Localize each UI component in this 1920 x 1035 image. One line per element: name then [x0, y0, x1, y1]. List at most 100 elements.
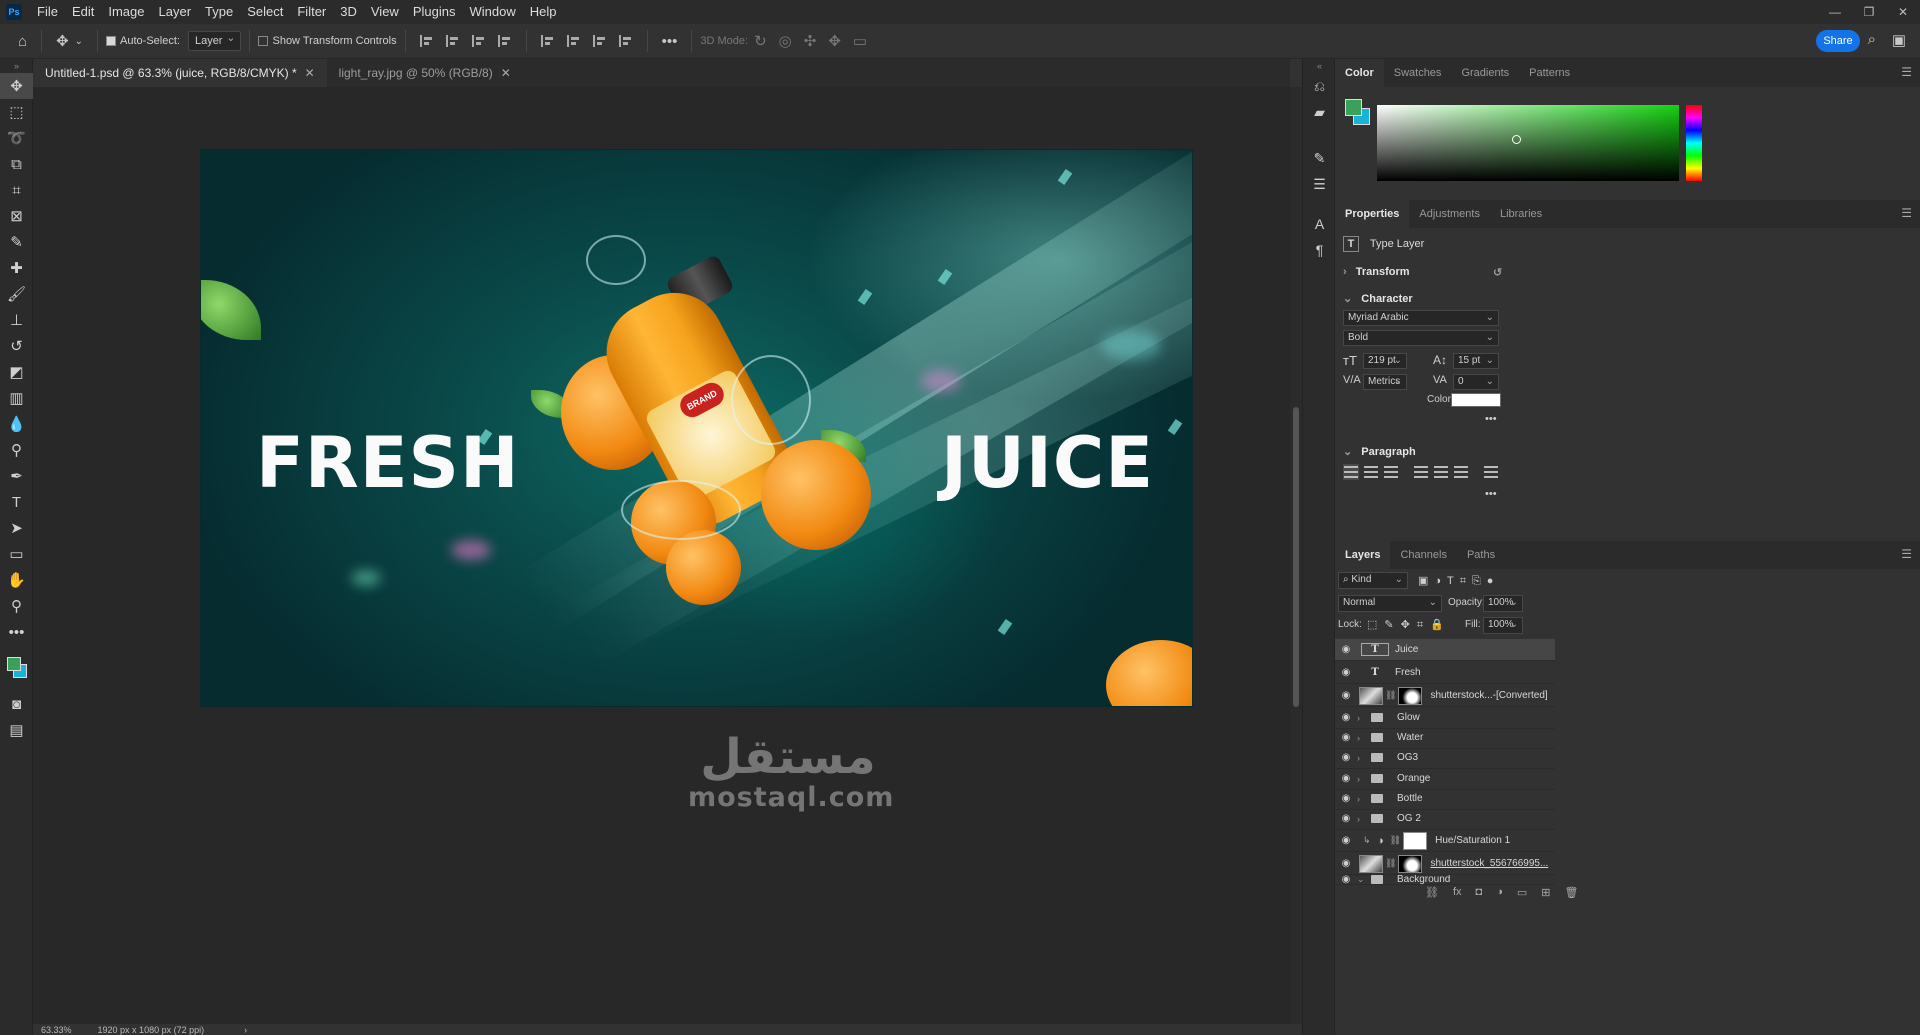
- visibility-eye-icon[interactable]: ◉: [1335, 875, 1357, 884]
- hand-tool-icon[interactable]: ✋: [0, 567, 33, 593]
- trash-icon[interactable]: 🗑: [1564, 886, 1578, 899]
- layer-name[interactable]: OG 2: [1397, 813, 1421, 824]
- menu-select[interactable]: Select: [240, 0, 290, 24]
- menu-layer[interactable]: Layer: [152, 0, 199, 24]
- home-icon[interactable]: ⌂: [18, 33, 27, 50]
- orbit-3d-icon[interactable]: ↻: [754, 32, 767, 50]
- justify-center-icon[interactable]: [1434, 466, 1448, 478]
- justify-left-icon[interactable]: [1414, 466, 1428, 478]
- lasso-tool-icon[interactable]: ➰: [0, 125, 33, 151]
- marquee-tool-icon[interactable]: ⬚: [0, 99, 33, 125]
- layer-name[interactable]: Hue/Saturation 1: [1435, 835, 1510, 846]
- font-size-input[interactable]: 219 pt ⌄: [1363, 353, 1407, 369]
- tab-light-ray[interactable]: light_ray.jpg @ 50% (RGB/8) ✕: [327, 59, 523, 87]
- align-center-text-icon[interactable]: [1364, 466, 1378, 478]
- layer-filter-select[interactable]: ⌕ Kind ⌄: [1338, 572, 1408, 589]
- layer-row[interactable]: ◉ ⛓ shutterstock...-[Converted]: [1335, 685, 1555, 707]
- kerning-select[interactable]: Metrics ⌄: [1363, 374, 1407, 390]
- chevron-right-icon[interactable]: ›: [1357, 713, 1367, 723]
- layer-row[interactable]: ◉ T Fresh: [1335, 662, 1555, 684]
- layer-name[interactable]: Water: [1397, 732, 1423, 743]
- path-selection-tool-icon[interactable]: ➤: [0, 515, 33, 541]
- collapse-icon[interactable]: »: [0, 59, 33, 73]
- eraser-tool-icon[interactable]: ◩: [0, 359, 33, 385]
- panel-menu-icon[interactable]: ☰: [1901, 547, 1912, 561]
- panel-menu-icon[interactable]: ☰: [1901, 65, 1912, 79]
- slide-3d-icon[interactable]: ✥: [828, 32, 841, 50]
- history-icon[interactable]: ⎌: [1303, 73, 1336, 99]
- layer-row[interactable]: ◉ ⛓ shutterstock_556766995...: [1335, 853, 1555, 875]
- chevron-down-icon[interactable]: ⌄: [1357, 875, 1367, 884]
- menu-window[interactable]: Window: [462, 0, 522, 24]
- tab-swatches[interactable]: Swatches: [1384, 59, 1452, 87]
- tab-untitled-psd[interactable]: Untitled-1.psd @ 63.3% (juice, RGB/8/CMY…: [33, 59, 327, 87]
- chevron-down-icon[interactable]: ⌄: [75, 36, 83, 47]
- tab-layers[interactable]: Layers: [1335, 541, 1391, 569]
- fx-icon[interactable]: fx: [1453, 886, 1462, 899]
- vertical-scrollbar[interactable]: [1290, 87, 1302, 1024]
- color-picker-cursor[interactable]: [1512, 135, 1521, 144]
- layer-row[interactable]: ◉ › OG3: [1335, 747, 1555, 769]
- history-brush-tool-icon[interactable]: ↺: [0, 333, 33, 359]
- align-right-text-icon[interactable]: [1384, 466, 1398, 478]
- font-style-select[interactable]: Bold ⌄: [1343, 330, 1499, 346]
- layer-row[interactable]: ◉ › Orange: [1335, 768, 1555, 790]
- align-top-icon[interactable]: [540, 35, 555, 47]
- fill-input[interactable]: 100% ⌄: [1483, 617, 1523, 634]
- clone-stamp-tool-icon[interactable]: ⊥: [0, 307, 33, 333]
- layer-mask-thumbnail[interactable]: [1398, 686, 1423, 705]
- chevron-right-icon[interactable]: ›: [1357, 774, 1367, 784]
- blend-mode-select[interactable]: Normal ⌄: [1338, 595, 1442, 612]
- new-layer-icon[interactable]: ⊞: [1541, 886, 1550, 899]
- visibility-eye-icon[interactable]: ◉: [1335, 732, 1357, 743]
- tab-patterns[interactable]: Patterns: [1519, 59, 1580, 87]
- layer-row[interactable]: ◉ › Glow: [1335, 707, 1555, 729]
- object-selection-tool-icon[interactable]: ⧉: [0, 151, 33, 177]
- menu-plugins[interactable]: Plugins: [406, 0, 463, 24]
- visibility-eye-icon[interactable]: ◉: [1335, 752, 1357, 763]
- visibility-eye-icon[interactable]: ◉: [1335, 644, 1357, 655]
- rectangle-tool-icon[interactable]: ▭: [0, 541, 33, 567]
- panel-menu-icon[interactable]: ☰: [1901, 206, 1912, 220]
- frame-tool-icon[interactable]: ⊠: [0, 203, 33, 229]
- brush-settings-icon[interactable]: ✎: [1303, 145, 1336, 171]
- leading-input[interactable]: 15 pt ⌄: [1453, 353, 1499, 369]
- justify-all-icon[interactable]: [1484, 466, 1498, 478]
- align-middle-icon[interactable]: [566, 35, 581, 47]
- lock-icons[interactable]: ⬚✎✥⌗🔒: [1367, 618, 1451, 632]
- pan-3d-icon[interactable]: ✣: [804, 32, 817, 50]
- menu-3d[interactable]: 3D: [333, 0, 364, 24]
- roll-3d-icon[interactable]: ◎: [779, 32, 792, 50]
- layer-name[interactable]: OG3: [1397, 752, 1418, 763]
- gradient-tool-icon[interactable]: ▥: [0, 385, 33, 411]
- close-tab-icon[interactable]: ✕: [501, 66, 511, 80]
- screen-mode-icon[interactable]: ▤: [0, 717, 33, 743]
- tab-gradients[interactable]: Gradients: [1451, 59, 1519, 87]
- visibility-eye-icon[interactable]: ◉: [1335, 835, 1357, 846]
- minimize-icon[interactable]: —: [1818, 0, 1852, 24]
- new-adjustment-icon[interactable]: ◑: [1496, 886, 1503, 899]
- character-icon[interactable]: A: [1303, 211, 1336, 237]
- visibility-eye-icon[interactable]: ◉: [1335, 793, 1357, 804]
- tab-paths[interactable]: Paths: [1457, 541, 1505, 569]
- document-canvas[interactable]: BRAND FRESH JUICE: [200, 149, 1193, 707]
- new-group-icon[interactable]: ▭: [1517, 886, 1527, 899]
- move-tool-icon[interactable]: ✥: [56, 32, 69, 50]
- canvas-workspace[interactable]: BRAND FRESH JUICE مستقل mostaql.com: [33, 87, 1290, 1024]
- visibility-eye-icon[interactable]: ◉: [1335, 690, 1357, 701]
- align-right-icon[interactable]: [471, 35, 486, 47]
- menu-filter[interactable]: Filter: [290, 0, 333, 24]
- reset-icon[interactable]: ↺: [1493, 266, 1502, 279]
- menu-help[interactable]: Help: [523, 0, 564, 24]
- hue-slider[interactable]: [1686, 105, 1702, 181]
- auto-select-checkbox[interactable]: [106, 36, 117, 46]
- brush-tool-icon[interactable]: 🖌: [0, 281, 33, 307]
- color-swatches[interactable]: [0, 645, 33, 691]
- video-camera-icon[interactable]: ▭: [853, 32, 867, 50]
- more-options-icon[interactable]: •••: [1485, 413, 1497, 425]
- foreground-color-swatch[interactable]: [1345, 99, 1362, 116]
- collapse-icon[interactable]: «: [1303, 59, 1336, 73]
- layer-row[interactable]: ◉ ↳ ◑ ⛓ Hue/Saturation 1: [1335, 830, 1555, 852]
- visibility-eye-icon[interactable]: ◉: [1335, 667, 1357, 678]
- blur-tool-icon[interactable]: 💧: [0, 411, 33, 437]
